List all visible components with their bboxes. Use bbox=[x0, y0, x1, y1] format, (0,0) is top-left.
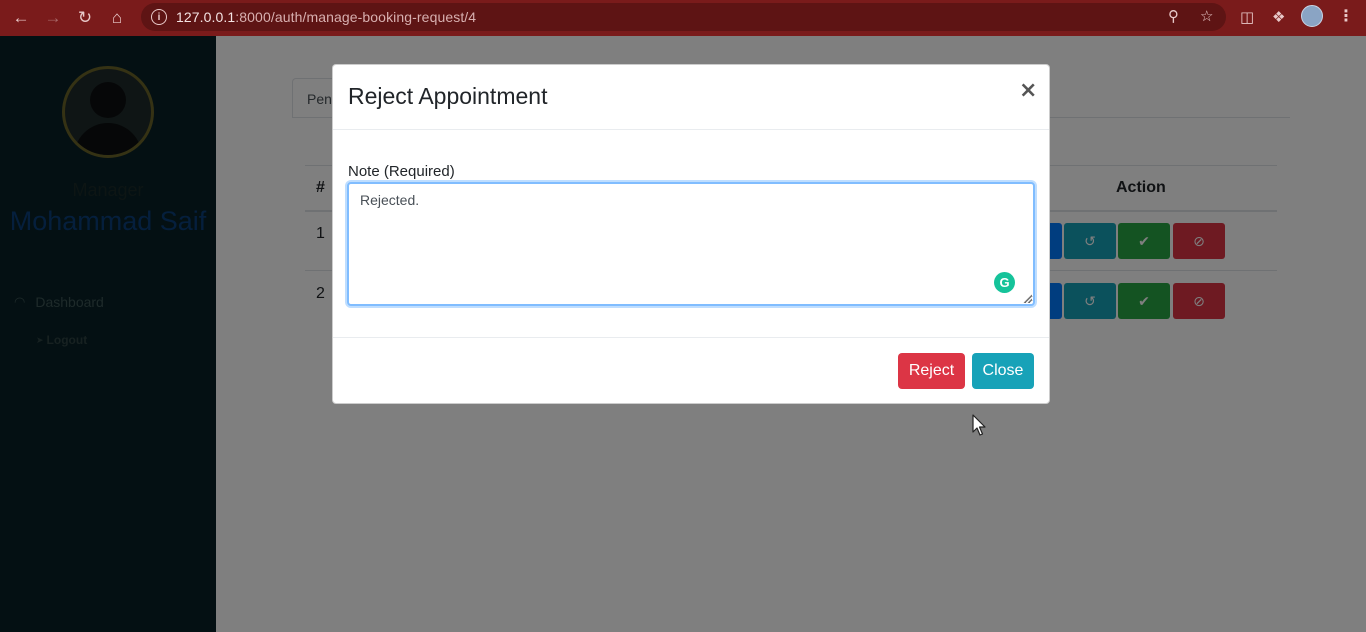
close-icon[interactable]: × bbox=[1019, 78, 1037, 103]
note-textarea[interactable]: Rejected. bbox=[347, 182, 1035, 306]
zoom-icon[interactable]: ⚲ bbox=[1168, 7, 1179, 25]
star-icon[interactable]: ☆ bbox=[1200, 7, 1213, 25]
note-label: Note (Required) bbox=[348, 163, 455, 180]
resize-handle-icon[interactable] bbox=[1023, 294, 1032, 303]
reload-icon[interactable]: ↻ bbox=[69, 2, 101, 34]
browser-toolbar: ← → ↻ ⌂ i 127.0.0.1:8000/auth/manage-boo… bbox=[0, 0, 1366, 36]
url-text: 127.0.0.1:8000/auth/manage-booking-reque… bbox=[176, 9, 477, 25]
forward-icon[interactable]: → bbox=[37, 2, 69, 34]
reading-list-icon[interactable]: ◫ bbox=[1240, 8, 1254, 26]
mouse-cursor-icon bbox=[972, 414, 986, 436]
modal-title: Reject Appointment bbox=[348, 83, 548, 109]
info-icon[interactable]: i bbox=[151, 9, 167, 25]
profile-avatar[interactable] bbox=[1301, 5, 1323, 27]
modal-footer-divider bbox=[333, 337, 1049, 338]
grammarly-icon[interactable]: G bbox=[994, 272, 1015, 293]
modal-header: Reject Appointment × bbox=[333, 65, 1049, 130]
extensions-icon[interactable]: ❖ bbox=[1272, 8, 1285, 26]
reject-button[interactable]: Reject bbox=[898, 353, 965, 389]
back-icon[interactable]: ← bbox=[5, 2, 37, 34]
home-icon[interactable]: ⌂ bbox=[101, 2, 133, 34]
address-bar[interactable]: i 127.0.0.1:8000/auth/manage-booking-req… bbox=[141, 3, 1226, 31]
menu-icon[interactable]: ⋮ bbox=[1338, 6, 1354, 26]
reject-appointment-modal: Reject Appointment × Note (Required) Rej… bbox=[332, 64, 1050, 404]
close-button[interactable]: Close bbox=[972, 353, 1034, 389]
